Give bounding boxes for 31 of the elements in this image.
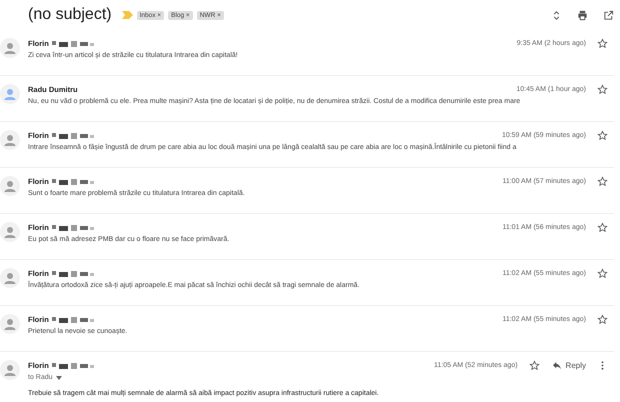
reply-arrow-icon <box>552 362 562 370</box>
star-icon[interactable] <box>597 130 608 141</box>
star-icon[interactable] <box>597 314 608 325</box>
avatar-icon <box>0 38 20 58</box>
avatar-icon <box>0 268 20 288</box>
avatar-icon <box>0 84 20 104</box>
reply-button[interactable]: Reply <box>552 361 586 370</box>
avatar-icon <box>0 130 20 150</box>
redacted-name-icon <box>52 316 94 322</box>
redacted-name-icon <box>52 362 94 368</box>
expand-all-icon[interactable] <box>551 10 562 20</box>
star-icon[interactable] <box>597 38 608 49</box>
star-icon[interactable] <box>528 360 540 371</box>
redacted-name-icon <box>52 270 94 276</box>
avatar-icon <box>0 222 20 242</box>
star-icon[interactable] <box>597 84 608 95</box>
star-icon[interactable] <box>597 268 608 279</box>
avatar-icon <box>0 314 20 334</box>
new-window-icon[interactable] <box>603 10 614 20</box>
redacted-name-icon <box>52 40 94 46</box>
redacted-name-icon <box>52 132 94 138</box>
print-icon[interactable] <box>577 10 588 20</box>
caret-icon[interactable] <box>56 376 62 380</box>
importance-icon <box>122 11 133 19</box>
star-icon[interactable] <box>597 222 608 233</box>
redacted-name-icon <box>52 178 94 184</box>
redacted-name-icon <box>52 224 94 230</box>
subject-title: (no subject) <box>28 6 112 24</box>
avatar-icon <box>0 176 20 196</box>
star-icon[interactable] <box>597 176 608 187</box>
avatar-icon <box>0 360 20 380</box>
